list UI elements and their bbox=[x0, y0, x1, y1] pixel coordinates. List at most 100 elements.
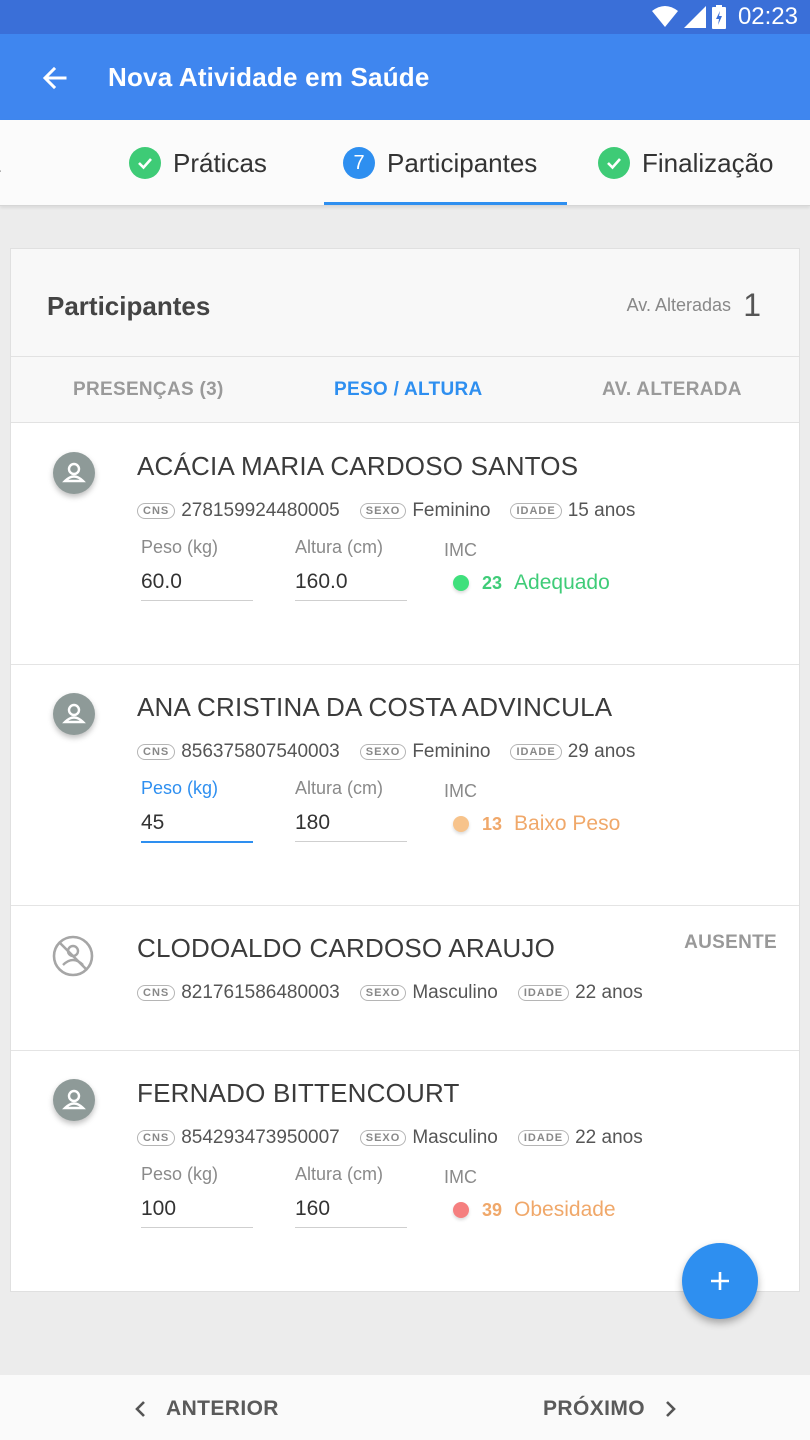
participant-meta: CNS 821761586480003 SEXO Masculino IDADE… bbox=[137, 982, 643, 1004]
idade-tag: IDADE bbox=[510, 744, 562, 760]
altura-input[interactable]: 160.0 bbox=[295, 570, 407, 601]
tab-peso-altura[interactable]: PESO / ALTURA bbox=[334, 379, 483, 401]
participant-name: ANA CRISTINA DA COSTA ADVINCULA bbox=[137, 692, 613, 722]
altura-label: Altura (cm) bbox=[295, 537, 384, 557]
previous-button[interactable]: ANTERIOR bbox=[134, 1397, 279, 1421]
idade-value: 29 anos bbox=[567, 741, 636, 762]
imc-status-dot bbox=[453, 575, 469, 591]
sexo-value: Feminino bbox=[412, 500, 491, 521]
peso-input[interactable]: 45 bbox=[141, 811, 253, 843]
step-number-badge: 7 bbox=[343, 147, 375, 179]
person-icon bbox=[62, 703, 86, 724]
step-participantes[interactable]: 7 Participantes bbox=[343, 120, 538, 205]
altura-input[interactable]: 160 bbox=[295, 1197, 407, 1228]
battery-icon bbox=[711, 5, 726, 29]
imc-class: Adequado bbox=[514, 571, 610, 594]
participants-card: Participantes Av. Alteradas 1 PRESENÇAS … bbox=[10, 248, 800, 1292]
idade-value: 15 anos bbox=[567, 500, 636, 521]
wifi-icon bbox=[651, 6, 678, 27]
peso-label: Peso (kg) bbox=[141, 537, 219, 557]
altura-field[interactable]: Altura (cm) 180 bbox=[295, 778, 407, 842]
peso-field[interactable]: Peso (kg) 45 bbox=[141, 778, 253, 843]
person-icon bbox=[62, 462, 86, 483]
sexo-value: Feminino bbox=[412, 741, 491, 762]
cns-tag: CNS bbox=[137, 985, 176, 1001]
avatar bbox=[53, 693, 95, 735]
imc-result: 13 Baixo Peso bbox=[453, 812, 620, 836]
tab-presencas[interactable]: PRESENÇAS (3) bbox=[73, 379, 224, 401]
imc-class: Obesidade bbox=[514, 1198, 616, 1221]
cns-value: 854293473950007 bbox=[181, 1127, 340, 1148]
participant-row[interactable]: ACÁCIA MARIA CARDOSO SANTOS CNS 27815992… bbox=[11, 424, 799, 665]
back-arrow-icon[interactable] bbox=[38, 61, 72, 95]
participant-meta: CNS 854293473950007 SEXO Masculino IDADE… bbox=[137, 1127, 643, 1149]
check-circle-icon bbox=[129, 147, 161, 179]
peso-field[interactable]: Peso (kg) 100 bbox=[141, 1164, 253, 1228]
participant-name: ACÁCIA MARIA CARDOSO SANTOS bbox=[137, 451, 579, 481]
step-label: Práticas bbox=[173, 147, 267, 178]
peso-label: Peso (kg) bbox=[141, 1164, 219, 1184]
participant-meta: CNS 856375807540003 SEXO Feminino IDADE … bbox=[137, 741, 635, 763]
stepper: a Práticas 7 Participantes Finalização bbox=[0, 120, 810, 206]
card-header: Participantes Av. Alteradas 1 bbox=[11, 249, 799, 357]
altura-input[interactable]: 180 bbox=[295, 811, 407, 842]
idade-value: 22 anos bbox=[575, 1127, 643, 1148]
person-off-icon bbox=[52, 935, 94, 977]
imc-label: IMC bbox=[444, 540, 477, 560]
participant-row[interactable]: CLODOALDO CARDOSO ARAUJO AUSENTE CNS 821… bbox=[11, 906, 799, 1051]
idade-tag: IDADE bbox=[517, 985, 570, 1001]
imc-label: IMC bbox=[444, 781, 477, 801]
sexo-value: Masculino bbox=[412, 982, 498, 1003]
imc-label: IMC bbox=[444, 1167, 477, 1187]
app-bar: Nova Atividade em Saúde bbox=[0, 34, 810, 120]
altura-label: Altura (cm) bbox=[295, 778, 384, 798]
imc-value: 23 bbox=[482, 572, 503, 593]
participants-title: Participantes bbox=[47, 291, 211, 321]
signal-icon bbox=[683, 6, 706, 28]
tab-av-alterada[interactable]: AV. ALTERADA bbox=[602, 379, 742, 401]
step-label: Finalização bbox=[642, 147, 774, 178]
cns-value: 821761586480003 bbox=[181, 982, 340, 1003]
sexo-tag: SEXO bbox=[359, 1130, 407, 1146]
imc-value: 13 bbox=[482, 813, 503, 834]
person-icon bbox=[62, 1089, 86, 1110]
step-praticas[interactable]: Práticas bbox=[129, 120, 267, 205]
chevron-right-icon bbox=[666, 1401, 676, 1417]
peso-field[interactable]: Peso (kg) 60.0 bbox=[141, 537, 253, 601]
peso-input[interactable]: 100 bbox=[141, 1197, 253, 1228]
next-label: PRÓXIMO bbox=[543, 1397, 645, 1420]
plus-icon bbox=[711, 1272, 729, 1290]
altura-label: Altura (cm) bbox=[295, 1164, 384, 1184]
imc-result: 39 Obesidade bbox=[453, 1198, 616, 1222]
step-finalizacao[interactable]: Finalização bbox=[598, 120, 774, 205]
chevron-left-icon bbox=[135, 1401, 145, 1417]
next-button[interactable]: PRÓXIMO bbox=[543, 1397, 677, 1421]
peso-label: Peso (kg) bbox=[141, 778, 219, 798]
cns-value: 856375807540003 bbox=[181, 741, 340, 762]
altered-label: Av. Alteradas bbox=[626, 295, 731, 315]
participant-name: FERNADO BITTENCOURT bbox=[137, 1078, 460, 1108]
sexo-tag: SEXO bbox=[359, 503, 407, 519]
sexo-tag: SEXO bbox=[359, 985, 407, 1001]
peso-input[interactable]: 60.0 bbox=[141, 570, 253, 601]
idade-tag: IDADE bbox=[510, 503, 562, 519]
participant-name: CLODOALDO CARDOSO ARAUJO bbox=[137, 933, 555, 963]
altered-count: 1 bbox=[743, 287, 761, 323]
active-step-indicator bbox=[324, 202, 567, 205]
step-label: Participantes bbox=[387, 147, 538, 178]
imc-value: 39 bbox=[482, 1199, 503, 1220]
avatar bbox=[53, 452, 95, 494]
status-bar: 02:23 bbox=[0, 0, 810, 34]
altura-field[interactable]: Altura (cm) 160.0 bbox=[295, 537, 407, 601]
status-icons: 02:23 bbox=[651, 3, 798, 30]
add-participant-button[interactable] bbox=[682, 1243, 758, 1319]
imc-status-dot bbox=[453, 816, 469, 832]
clock: 02:23 bbox=[737, 3, 798, 30]
participant-row[interactable]: FERNADO BITTENCOURT CNS 854293473950007 … bbox=[11, 1051, 799, 1291]
participant-row[interactable]: ANA CRISTINA DA COSTA ADVINCULA CNS 8563… bbox=[11, 665, 799, 906]
altura-field[interactable]: Altura (cm) 160 bbox=[295, 1164, 407, 1228]
idade-tag: IDADE bbox=[517, 1130, 570, 1146]
cns-tag: CNS bbox=[137, 503, 176, 519]
absent-badge: AUSENTE bbox=[684, 932, 777, 953]
check-circle-icon bbox=[598, 147, 630, 179]
